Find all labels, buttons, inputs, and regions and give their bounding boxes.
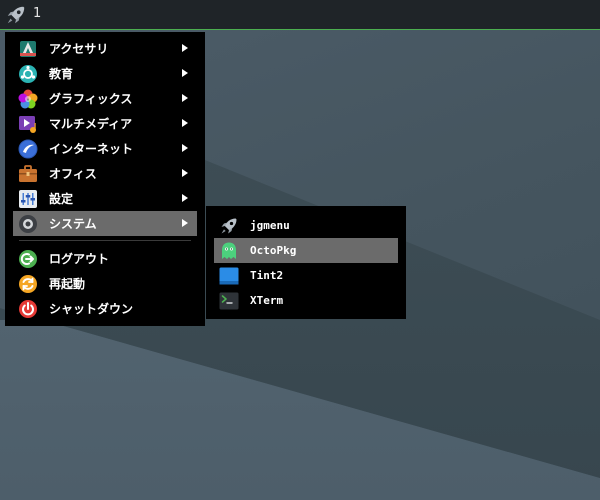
submenu-arrow-icon — [182, 219, 188, 227]
workspace-button[interactable]: 1 — [33, 6, 41, 21]
submenu-item-label: OctoPkg — [250, 244, 297, 257]
internet-icon — [18, 139, 38, 158]
logout-icon — [19, 249, 37, 268]
submenu-arrow-icon — [182, 69, 188, 77]
menu-item-label: シャットダウン — [49, 302, 134, 316]
submenu-item-label: XTerm — [250, 294, 284, 307]
menu-item-office[interactable]: オフィス — [13, 161, 197, 186]
power-icon — [19, 299, 37, 318]
office-icon — [19, 164, 37, 182]
menu-item-label: システム — [49, 217, 97, 231]
rocket-icon — [221, 218, 237, 233]
submenu-item-octopkg[interactable]: OctoPkg — [214, 238, 398, 263]
terminal-icon — [219, 292, 239, 309]
menu-item-label: グラフィックス — [49, 92, 133, 106]
submenu-arrow-icon — [182, 44, 188, 52]
graphics-icon — [18, 89, 38, 108]
menu-item-education[interactable]: 教育 — [13, 61, 197, 86]
tint2-icon — [219, 267, 239, 284]
main-menu: アクセサリ 教育 グラフィックス マルチメディア インターネット オフィス 設定… — [5, 32, 205, 326]
accessories-icon — [20, 40, 36, 57]
submenu-item-jgmenu[interactable]: jgmenu — [214, 213, 398, 238]
submenu-item-label: Tint2 — [250, 269, 284, 282]
menu-item-settings[interactable]: 設定 — [13, 186, 197, 211]
submenu-arrow-icon — [182, 94, 188, 102]
menu-item-label: インターネット — [49, 142, 134, 156]
menu-item-system[interactable]: システム — [13, 211, 197, 236]
multimedia-icon — [19, 115, 36, 133]
submenu-arrow-icon — [182, 194, 188, 202]
submenu-item-tint2[interactable]: Tint2 — [214, 263, 398, 288]
menu-item-graphics[interactable]: グラフィックス — [13, 86, 197, 111]
system-submenu: jgmenu OctoPkg Tint2 XTerm — [206, 206, 406, 319]
menu-item-logout[interactable]: ログアウト — [13, 246, 197, 271]
menu-item-label: オフィス — [49, 167, 97, 181]
menu-item-label: 再起動 — [49, 277, 86, 291]
rocket-icon[interactable] — [5, 4, 27, 26]
menu-item-shutdown[interactable]: シャットダウン — [13, 296, 197, 321]
menu-item-label: ログアウト — [49, 252, 110, 266]
menu-item-label: アクセサリ — [49, 42, 109, 56]
menu-item-label: マルチメディア — [49, 117, 133, 131]
reboot-icon — [19, 274, 37, 293]
menu-item-multimedia[interactable]: マルチメディア — [13, 111, 197, 136]
menu-item-internet[interactable]: インターネット — [13, 136, 197, 161]
submenu-arrow-icon — [182, 144, 188, 152]
submenu-item-xterm[interactable]: XTerm — [214, 288, 398, 313]
menu-item-label: 設定 — [49, 192, 74, 206]
submenu-item-label: jgmenu — [250, 219, 290, 232]
octopi-icon — [222, 242, 236, 259]
menu-item-reboot[interactable]: 再起動 — [13, 271, 197, 296]
submenu-arrow-icon — [182, 169, 188, 177]
education-icon — [19, 64, 37, 83]
menu-item-label: 教育 — [49, 67, 74, 81]
submenu-arrow-icon — [182, 119, 188, 127]
settings-icon — [19, 189, 37, 208]
menu-separator — [19, 240, 191, 241]
system-icon — [19, 214, 37, 233]
top-panel: 1 — [0, 0, 600, 30]
menu-item-accessories[interactable]: アクセサリ — [13, 36, 197, 61]
